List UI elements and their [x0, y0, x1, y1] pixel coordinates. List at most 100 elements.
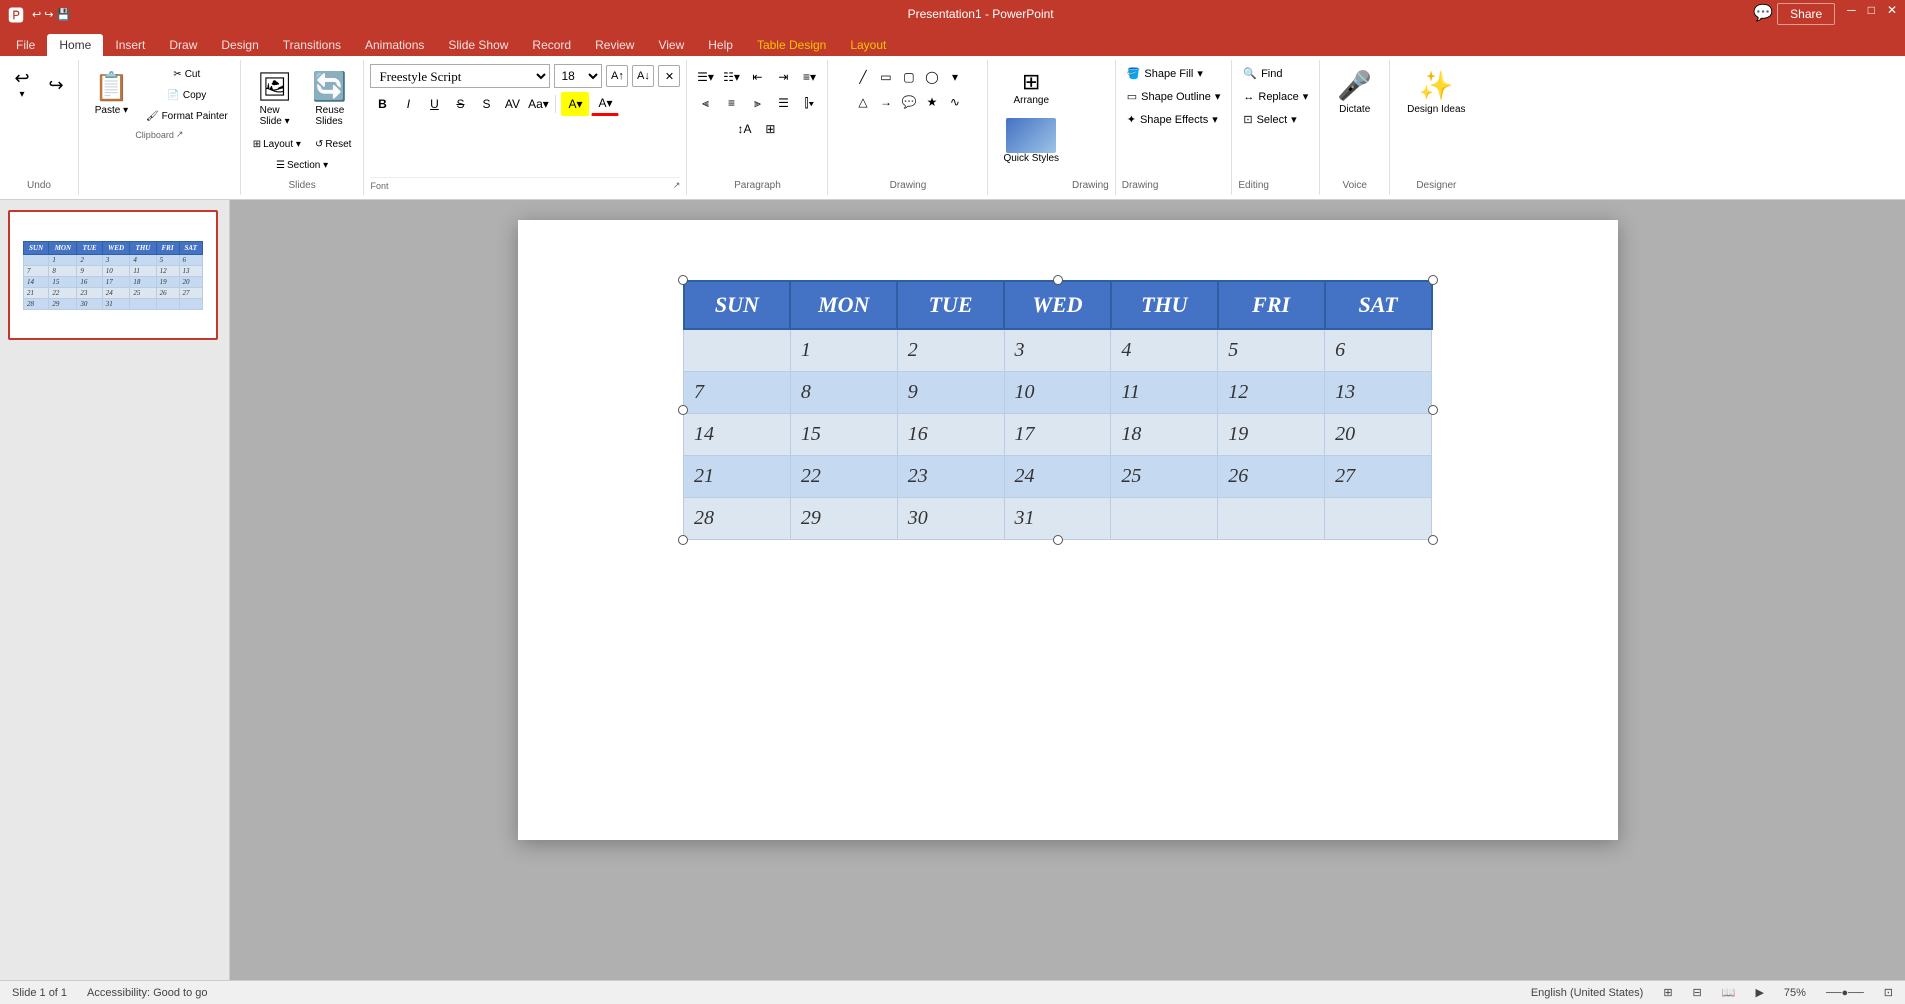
- quick-styles-button[interactable]: Quick Styles: [994, 113, 1068, 169]
- calendar-cell-0-5[interactable]: 5: [1218, 329, 1325, 372]
- shape-effects-button[interactable]: ✦ Shape Effects ▾: [1122, 110, 1226, 129]
- share-button[interactable]: Share: [1777, 3, 1835, 25]
- char-spacing-btn[interactable]: AV: [500, 92, 524, 116]
- handle-tr[interactable]: [1428, 275, 1438, 285]
- calendar-cell-4-4[interactable]: [1111, 498, 1218, 540]
- shape-roundrect[interactable]: ▢: [897, 65, 921, 89]
- handle-tl[interactable]: [678, 275, 688, 285]
- slide-thumbnail[interactable]: SUNMONTUEWEDTHUFRISAT 123456 78910111213…: [8, 210, 218, 340]
- clear-format-btn[interactable]: ✕: [658, 65, 680, 87]
- calendar-cell-1-3[interactable]: 10: [1004, 372, 1111, 414]
- calendar-cell-4-2[interactable]: 30: [897, 498, 1004, 540]
- increase-indent-btn[interactable]: ⇥: [771, 65, 795, 89]
- tab-review[interactable]: Review: [583, 34, 646, 56]
- shape-callout[interactable]: 💬: [897, 90, 921, 114]
- tab-draw[interactable]: Draw: [157, 34, 209, 56]
- underline-button[interactable]: U: [422, 92, 446, 116]
- handle-tm[interactable]: [1053, 275, 1063, 285]
- calendar-cell-3-0[interactable]: 21: [684, 456, 791, 498]
- handle-bl[interactable]: [678, 535, 688, 545]
- calendar-cell-3-3[interactable]: 24: [1004, 456, 1111, 498]
- calendar-cell-3-2[interactable]: 23: [897, 456, 1004, 498]
- tab-record[interactable]: Record: [520, 34, 583, 56]
- new-slide-button[interactable]: 🖼 NewSlide ▾: [248, 65, 302, 132]
- shape-triangle[interactable]: △: [851, 90, 875, 114]
- handle-ml[interactable]: [678, 405, 688, 415]
- tab-file[interactable]: File: [4, 34, 47, 56]
- justify-btn[interactable]: ☰: [771, 91, 795, 115]
- calendar-cell-0-4[interactable]: 4: [1111, 329, 1218, 372]
- calendar-cell-0-1[interactable]: 1: [790, 329, 897, 372]
- fit-to-window[interactable]: ⊡: [1884, 986, 1893, 999]
- font-size-select[interactable]: 18: [554, 64, 602, 88]
- strikethrough-button[interactable]: S: [448, 92, 472, 116]
- text-highlight-btn[interactable]: A▾: [561, 92, 589, 116]
- calendar-cell-3-1[interactable]: 22: [790, 456, 897, 498]
- shadow-button[interactable]: S: [474, 92, 498, 116]
- design-ideas-button[interactable]: ✨ Design Ideas: [1398, 64, 1474, 120]
- arrange-button[interactable]: ⊞ Arrange: [1004, 64, 1058, 111]
- layout-button[interactable]: ⊞Layout ▾: [247, 135, 307, 154]
- handle-mr[interactable]: [1428, 405, 1438, 415]
- tab-transitions[interactable]: Transitions: [271, 34, 353, 56]
- calendar-cell-4-3[interactable]: 31: [1004, 498, 1111, 540]
- view-slide-sorter-icon[interactable]: ⊟: [1693, 986, 1702, 999]
- tab-help[interactable]: Help: [696, 34, 745, 56]
- handle-br[interactable]: [1428, 535, 1438, 545]
- close-btn[interactable]: ✕: [1887, 3, 1897, 25]
- shape-outline-button[interactable]: ▭ Shape Outline ▾: [1122, 87, 1226, 106]
- shape-fill-button[interactable]: 🪣 Shape Fill ▾: [1122, 64, 1226, 83]
- calendar-cell-1-6[interactable]: 13: [1325, 372, 1432, 414]
- calendar-cell-4-0[interactable]: 28: [684, 498, 791, 540]
- copy-button[interactable]: 📄Copy: [140, 86, 234, 105]
- dictate-button[interactable]: 🎤 Dictate: [1328, 64, 1381, 120]
- slide-area[interactable]: SUN MON TUE WED THU FRI SAT 123456789101…: [230, 200, 1905, 980]
- maximize-btn[interactable]: □: [1868, 3, 1875, 25]
- calendar-cell-1-1[interactable]: 8: [790, 372, 897, 414]
- italic-button[interactable]: I: [396, 92, 420, 116]
- zoom-level[interactable]: 75%: [1784, 987, 1806, 999]
- text-direction-btn[interactable]: ↕A: [732, 117, 756, 141]
- reset-button[interactable]: ↺Reset: [309, 135, 358, 154]
- shape-star[interactable]: ★: [920, 90, 944, 114]
- align-right-btn[interactable]: ⫸: [745, 91, 769, 115]
- align-center-btn[interactable]: ≡: [719, 91, 743, 115]
- line-spacing-btn[interactable]: ≡▾: [797, 65, 821, 89]
- calendar-cell-2-0[interactable]: 14: [684, 414, 791, 456]
- paste-button[interactable]: 📋 Paste ▾: [85, 65, 138, 121]
- calendar-cell-0-6[interactable]: 6: [1325, 329, 1432, 372]
- numbering-btn[interactable]: ☷▾: [719, 65, 743, 89]
- change-case-btn[interactable]: Aa▾: [526, 92, 550, 116]
- tab-home[interactable]: Home: [47, 34, 103, 56]
- clipboard-expand[interactable]: Clipboard↗: [135, 129, 183, 140]
- shape-line[interactable]: ╱: [851, 65, 875, 89]
- smart-art-btn[interactable]: ⊞: [758, 117, 782, 141]
- tab-insert[interactable]: Insert: [103, 34, 157, 56]
- calendar-cell-1-2[interactable]: 9: [897, 372, 1004, 414]
- undo-button[interactable]: ↩ ▾: [6, 65, 38, 104]
- tab-animations[interactable]: Animations: [353, 34, 436, 56]
- tab-view[interactable]: View: [646, 34, 696, 56]
- calendar-cell-4-5[interactable]: [1218, 498, 1325, 540]
- cut-button[interactable]: ✂Cut: [140, 65, 234, 84]
- calendar-cell-3-6[interactable]: 27: [1325, 456, 1432, 498]
- calendar-cell-1-0[interactable]: 7: [684, 372, 791, 414]
- font-color-btn[interactable]: A▾: [591, 92, 619, 116]
- select-button[interactable]: ⊡ Select ▾: [1238, 110, 1313, 129]
- calendar-cell-4-1[interactable]: 29: [790, 498, 897, 540]
- decrease-font-btn[interactable]: A↓: [632, 65, 654, 87]
- shape-oval[interactable]: ◯: [920, 65, 944, 89]
- redo-button[interactable]: ↪: [40, 72, 72, 98]
- find-button[interactable]: 🔍 Find: [1238, 64, 1313, 83]
- view-reading-icon[interactable]: 📖: [1722, 986, 1736, 999]
- calendar-cell-2-5[interactable]: 19: [1218, 414, 1325, 456]
- calendar-cell-4-6[interactable]: [1325, 498, 1432, 540]
- calendar-cell-2-1[interactable]: 15: [790, 414, 897, 456]
- chat-icon[interactable]: 💬: [1753, 3, 1773, 25]
- calendar-cell-2-2[interactable]: 16: [897, 414, 1004, 456]
- shape-arrow[interactable]: →: [874, 90, 898, 114]
- tab-table-design[interactable]: Table Design: [745, 34, 838, 56]
- columns-btn[interactable]: ⫿▾: [797, 91, 821, 115]
- calendar-cell-0-3[interactable]: 3: [1004, 329, 1111, 372]
- shape-rect[interactable]: ▭: [874, 65, 898, 89]
